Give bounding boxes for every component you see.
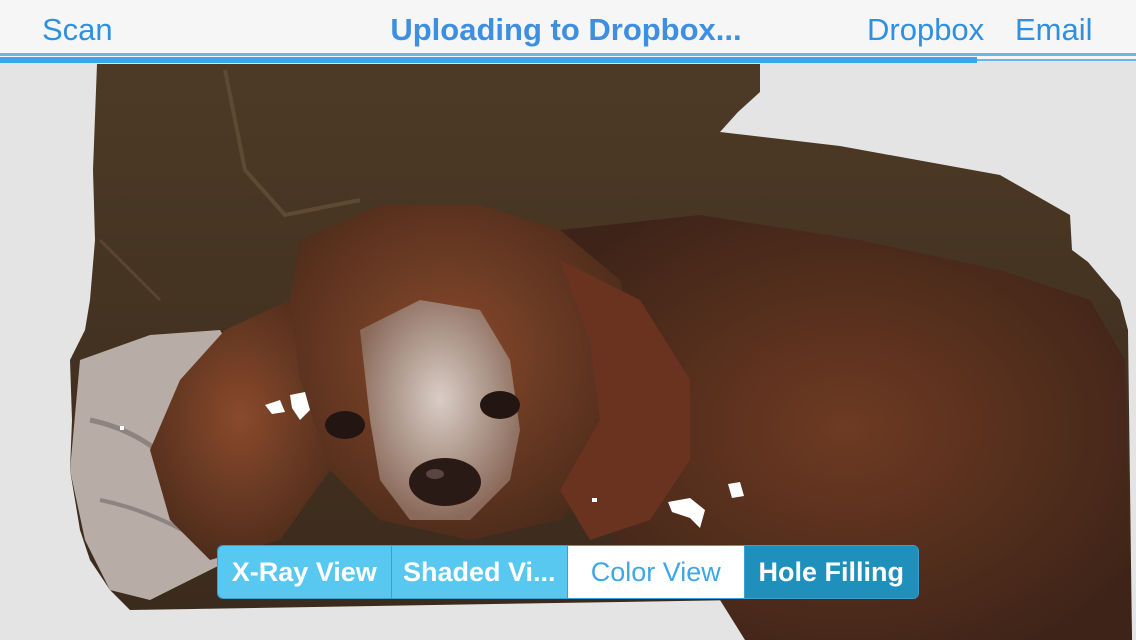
- upload-progress-fill: [0, 57, 977, 63]
- hole-filling-toggle[interactable]: Hole Filling: [743, 546, 918, 598]
- dropbox-button[interactable]: Dropbox: [867, 12, 984, 48]
- upload-status-text: Uploading to Dropbox...: [390, 12, 742, 47]
- scan-button[interactable]: Scan: [42, 12, 113, 48]
- dog-nose-highlight: [426, 469, 444, 479]
- shaded-view-segment[interactable]: Shaded Vi...: [390, 546, 567, 598]
- scan-hole-6: [120, 426, 124, 430]
- upload-progress-track: [0, 53, 1136, 56]
- xray-view-segment[interactable]: X-Ray View: [218, 546, 391, 598]
- dog-left-eye: [325, 411, 365, 439]
- scan-hole-5: [592, 498, 597, 502]
- view-mode-segmented-control: X-Ray View Shaded Vi... Color View Hole …: [217, 545, 919, 599]
- dog-right-eye: [480, 391, 520, 419]
- email-button[interactable]: Email: [1015, 12, 1093, 48]
- color-view-segment[interactable]: Color View: [567, 546, 744, 598]
- navigation-bar: Scan Uploading to Dropbox... Dropbox Ema…: [0, 0, 1136, 63]
- dog-nose: [409, 458, 481, 506]
